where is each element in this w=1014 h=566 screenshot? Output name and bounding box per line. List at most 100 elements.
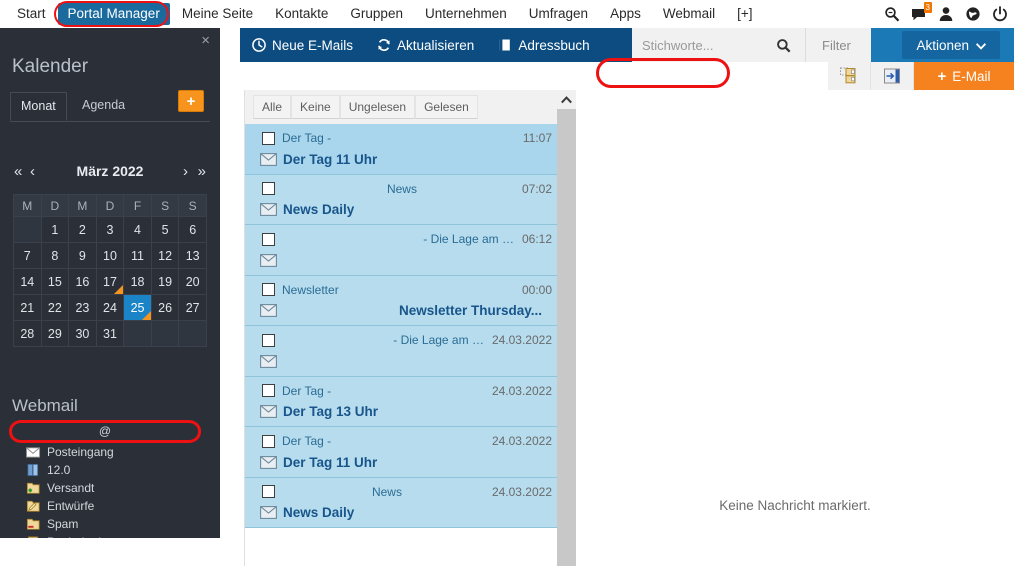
filter-search-button[interactable]	[762, 28, 806, 62]
list-filter-gelesen[interactable]: Gelesen	[415, 94, 478, 120]
envelope-icon[interactable]	[260, 506, 277, 519]
message-checkbox[interactable]	[262, 182, 275, 195]
power-icon[interactable]	[992, 6, 1008, 22]
list-filter-ungelesen[interactable]: Ungelesen	[339, 94, 416, 120]
calendar-day-17[interactable]: 17	[95, 268, 125, 295]
calendar-day-27[interactable]: 27	[178, 294, 207, 321]
tab-monat[interactable]: Monat	[10, 92, 67, 121]
calendar-day-18[interactable]: 18	[123, 268, 152, 295]
envelope-icon[interactable]	[260, 253, 277, 267]
message-row[interactable]: Der Tag - 24.03.2022 Der Tag 13 Uhr	[245, 376, 558, 427]
calendar-day-29[interactable]: 29	[40, 320, 70, 347]
calendar-day-9[interactable]: 9	[68, 242, 97, 269]
webmail-account-item[interactable]: @	[12, 424, 198, 440]
envelope-icon[interactable]	[260, 354, 277, 368]
message-checkbox[interactable]	[262, 333, 275, 347]
message-row[interactable]: News 07:02 News Daily	[245, 174, 558, 225]
nav-item-apps[interactable]: Apps	[600, 3, 651, 25]
tab-agenda[interactable]: Agenda	[72, 92, 135, 119]
scrollbar-track[interactable]	[557, 109, 576, 566]
filter-label[interactable]: Filter	[806, 28, 871, 62]
nav-item-start[interactable]: Start	[7, 3, 56, 25]
nav-item-[interactable]: [+]	[727, 3, 762, 25]
message-row[interactable]: Der Tag - 24.03.2022 Der Tag 11 Uhr	[245, 427, 558, 478]
folder-item-entw-rfe[interactable]: Entwürfe	[26, 497, 94, 515]
search-input[interactable]: Stichworte...	[632, 28, 762, 62]
calendar-day-7[interactable]: 7	[13, 242, 42, 269]
calendar-day-19[interactable]: 19	[150, 268, 180, 295]
calendar-day-2[interactable]: 2	[68, 216, 97, 243]
actions-button[interactable]: Aktionen	[902, 31, 1000, 59]
calendar-day-11[interactable]: 11	[123, 242, 152, 269]
nav-item-portal-manager[interactable]: Portal Manager	[57, 3, 170, 25]
nav-item-unternehmen[interactable]: Unternehmen	[415, 3, 517, 25]
message-list-scrollbar[interactable]	[557, 90, 576, 566]
calendar-day-26[interactable]: 26	[150, 294, 180, 321]
calendar-day-24[interactable]: 24	[95, 294, 125, 321]
folder-item-versandt[interactable]: Versandt	[26, 479, 94, 497]
message-row[interactable]: Der Tag - 11:07 Der Tag 11 Uhr	[245, 124, 558, 175]
nav-item-meine-seite[interactable]: Meine Seite	[172, 3, 263, 25]
nav-item-webmail[interactable]: Webmail	[653, 3, 725, 25]
message-checkbox[interactable]	[262, 232, 275, 246]
calendar-day-28[interactable]: 28	[13, 320, 42, 347]
scroll-up-icon[interactable]	[557, 90, 576, 109]
calendar-day-8[interactable]: 8	[40, 242, 70, 269]
calendar-day-20[interactable]: 20	[178, 268, 207, 295]
message-row[interactable]: - Die Lage am … 24.03.2022	[245, 326, 558, 377]
nav-item-gruppen[interactable]: Gruppen	[340, 3, 413, 25]
message-row[interactable]: - Die Lage am … 06:12	[245, 225, 558, 276]
folder-item-spam[interactable]: Spam	[26, 515, 78, 533]
add-event-button[interactable]: +	[178, 90, 204, 112]
user-icon[interactable]	[938, 6, 954, 22]
calendar-day-14[interactable]: 14	[13, 268, 42, 295]
folder-item-papierkorb[interactable]: Papierkorb	[26, 533, 105, 538]
message-checkbox[interactable]	[262, 283, 275, 296]
nav-item-umfragen[interactable]: Umfragen	[519, 3, 598, 25]
next-year-icon[interactable]: »	[198, 163, 206, 180]
envelope-icon[interactable]	[260, 455, 277, 469]
list-filter-alle[interactable]: Alle	[253, 94, 292, 120]
envelope-icon[interactable]	[260, 152, 277, 166]
calendar-day-25[interactable]: 25	[123, 294, 152, 321]
calendar-day-3[interactable]: 3	[95, 216, 125, 243]
close-icon[interactable]: ×	[201, 33, 210, 48]
calendar-day-1[interactable]: 1	[40, 216, 70, 243]
new-email-button[interactable]: + E-Mail	[914, 62, 1014, 90]
envelope-icon[interactable]	[260, 304, 277, 317]
copy-folder-button[interactable]	[828, 62, 871, 90]
nav-item-kontakte[interactable]: Kontakte	[265, 3, 338, 25]
calendar-day-10[interactable]: 10	[95, 242, 125, 269]
message-checkbox[interactable]	[262, 131, 275, 145]
calendar-day-31[interactable]: 31	[95, 320, 125, 347]
message-row[interactable]: Newsletter 00:00 Newsletter Thursday...	[245, 275, 558, 326]
collapse-panel-button[interactable]	[871, 62, 914, 90]
message-checkbox[interactable]	[262, 434, 275, 448]
envelope-icon[interactable]	[260, 203, 277, 216]
addressbook-button[interactable]: Adressbuch	[486, 28, 601, 62]
calendar-day-12[interactable]: 12	[150, 242, 180, 269]
refresh-button[interactable]: Aktualisieren	[365, 28, 486, 62]
globe-help-icon[interactable]	[965, 6, 981, 22]
folder-item-posteingang[interactable]: Posteingang	[26, 443, 114, 461]
calendar-day-16[interactable]: 16	[68, 268, 97, 295]
messages-icon[interactable]: 3	[911, 2, 932, 22]
message-checkbox[interactable]	[262, 384, 275, 397]
calendar-day-21[interactable]: 21	[13, 294, 42, 321]
next-month-icon[interactable]: ›	[183, 163, 188, 180]
calendar-day-4[interactable]: 4	[123, 216, 152, 243]
message-checkbox[interactable]	[262, 485, 275, 498]
message-row[interactable]: News 24.03.2022 News Daily	[245, 477, 558, 528]
calendar-day-15[interactable]: 15	[40, 268, 70, 295]
calendar-day-5[interactable]: 5	[150, 216, 180, 243]
search-icon[interactable]	[884, 6, 900, 22]
envelope-icon[interactable]	[260, 405, 277, 418]
list-filter-keine[interactable]: Keine	[291, 94, 340, 120]
calendar-day-6[interactable]: 6	[178, 216, 207, 243]
calendar-day-13[interactable]: 13	[178, 242, 207, 269]
folder-item-12-0[interactable]: 12.0	[26, 461, 70, 479]
calendar-day-23[interactable]: 23	[68, 294, 97, 321]
calendar-day-30[interactable]: 30	[68, 320, 97, 347]
calendar-day-22[interactable]: 22	[40, 294, 70, 321]
new-mails-button[interactable]: Neue E-Mails	[240, 28, 365, 62]
